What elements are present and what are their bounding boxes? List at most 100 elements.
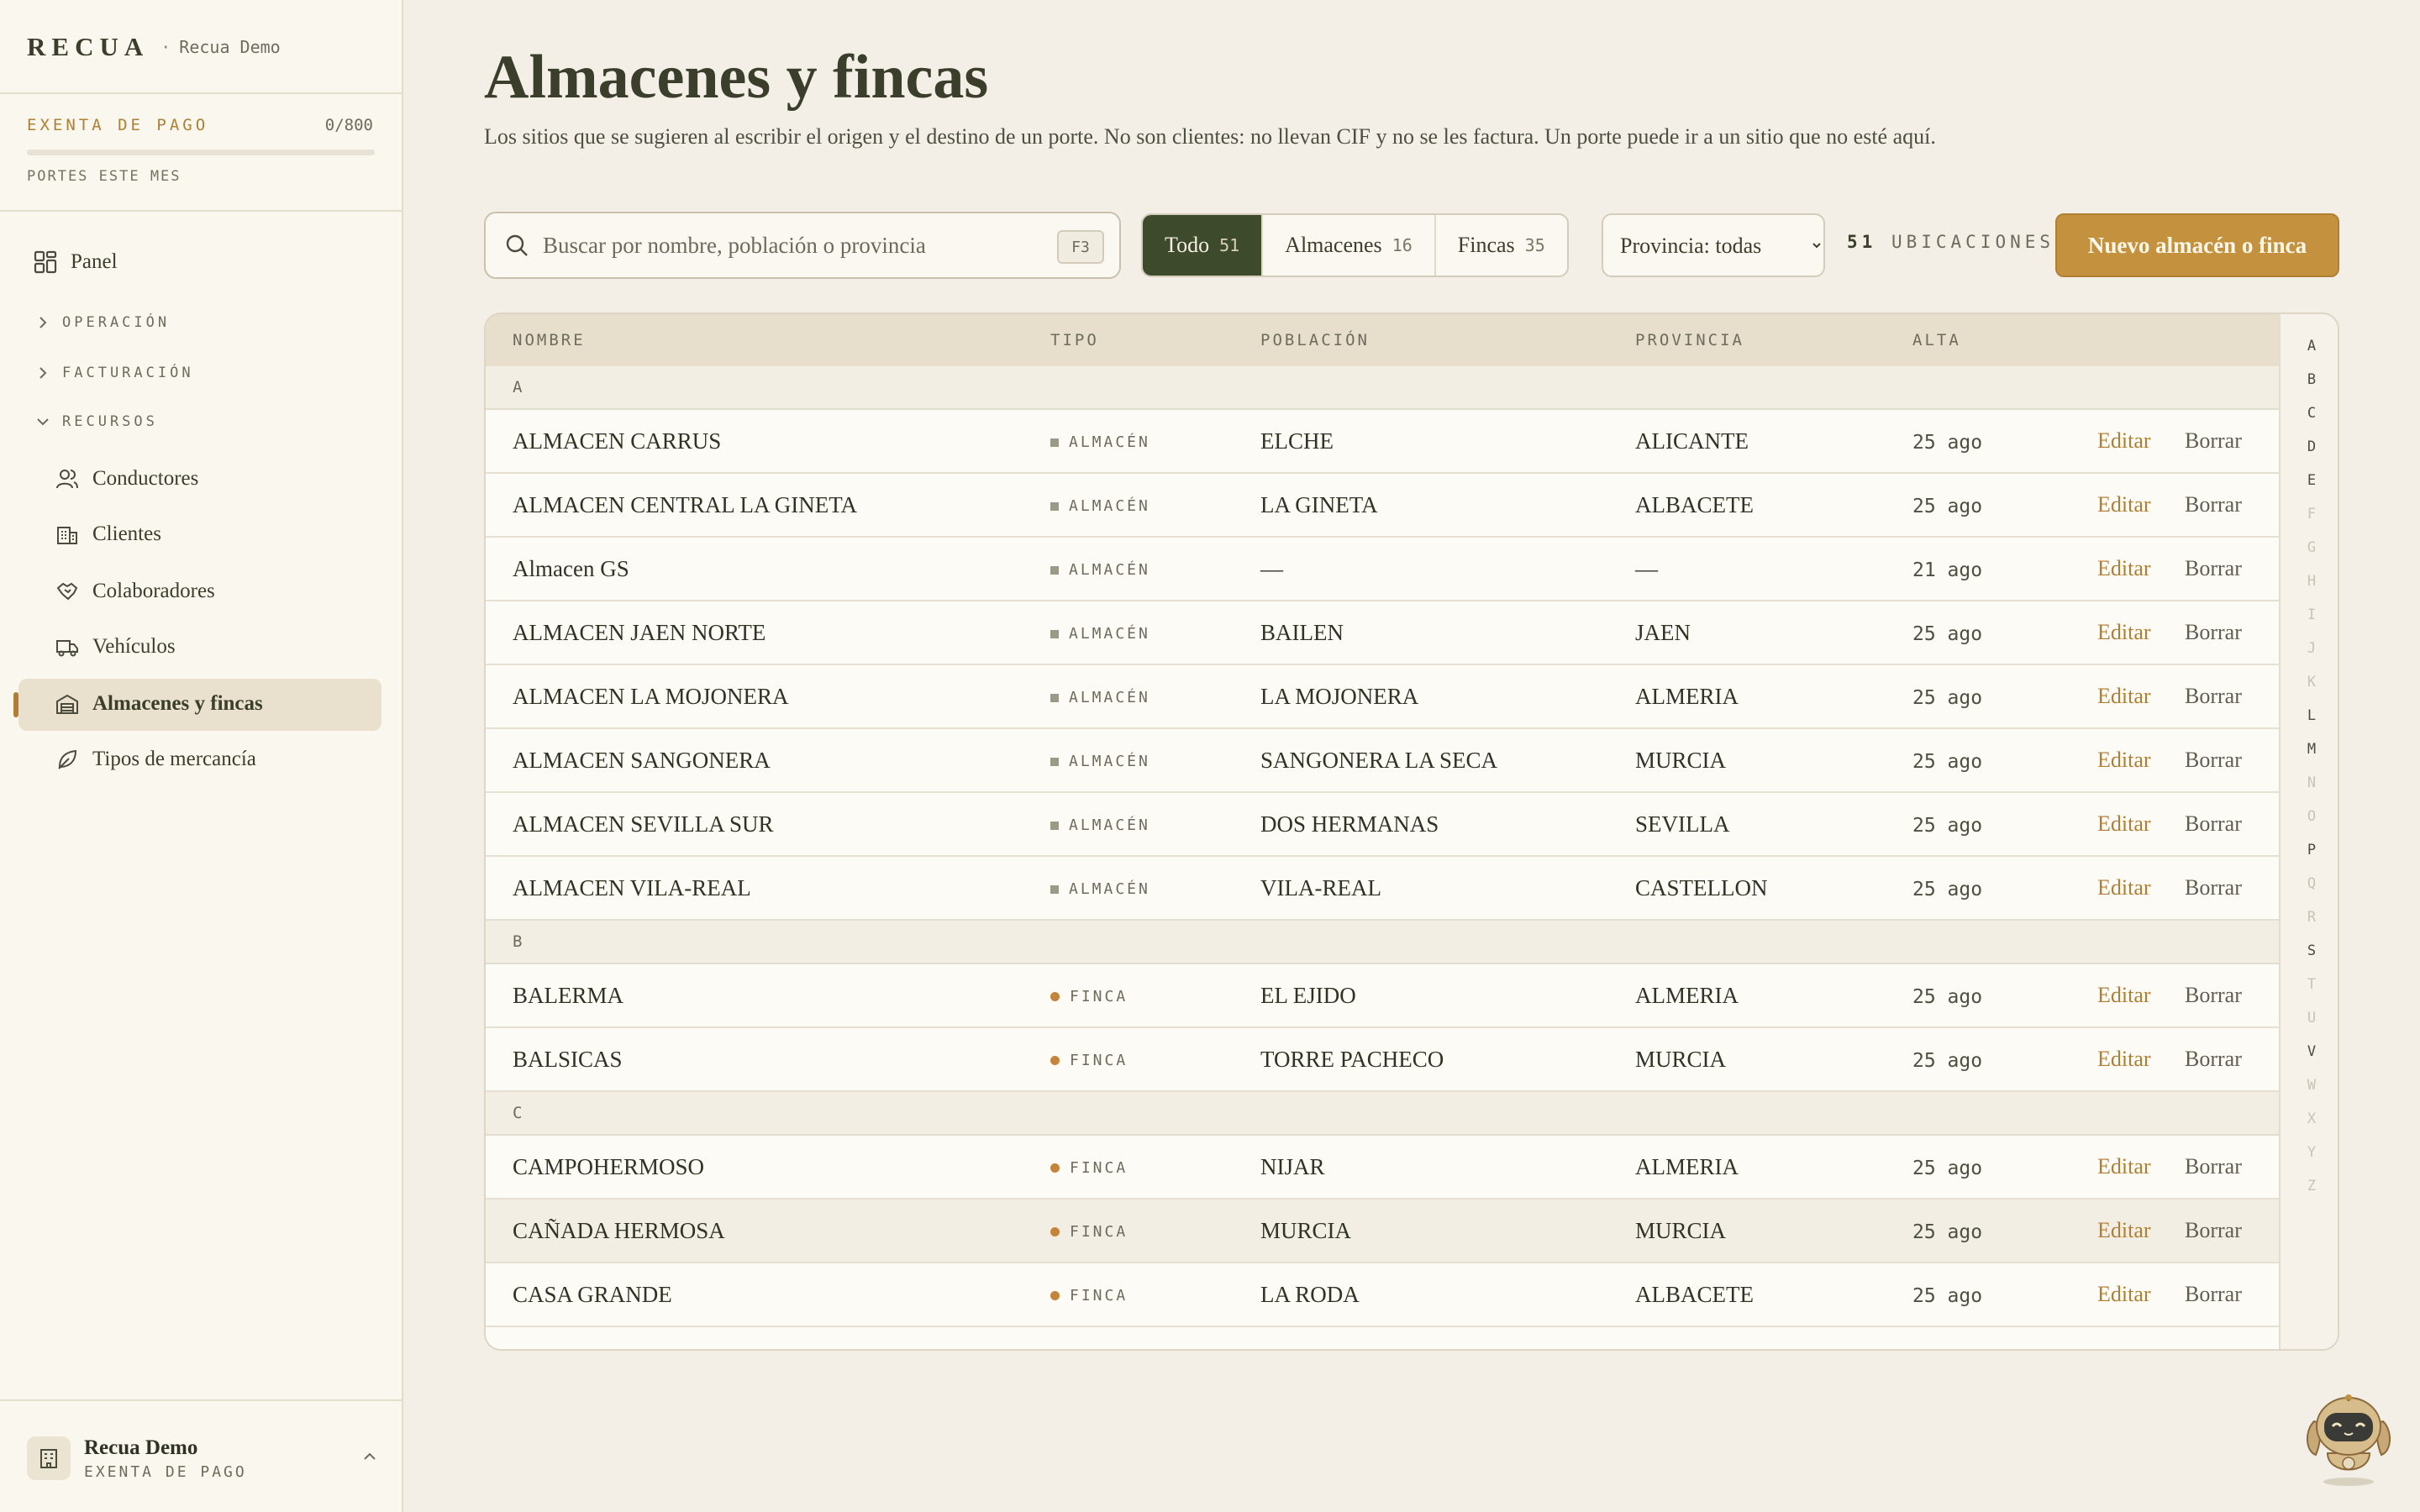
table-row[interactable]: CASA GRANDE FINCA LA RODA ALBACETE 25 ago Edi… <box>486 1263 2279 1327</box>
nav-item-almacenes[interactable]: Almacenes y fincas <box>55 692 263 716</box>
table-row[interactable]: ALMACEN VILA-REAL ALMACÉN VILA-REAL CASTELL… <box>486 857 2279 921</box>
edit-link[interactable]: Editar <box>2097 428 2151 454</box>
alphabet-letter[interactable]: X <box>2281 1110 2338 1127</box>
edit-link[interactable]: Editar <box>2097 1218 2151 1243</box>
nav-item-conductores[interactable]: Conductores <box>55 467 198 491</box>
table-row[interactable]: ALMACEN LA MOJONERA ALMACÉN LA MOJONERA ALM… <box>486 665 2279 729</box>
nav-item-panel[interactable]: Panel <box>34 250 118 274</box>
alphabet-letter[interactable]: B <box>2281 371 2338 388</box>
delete-link[interactable]: Borrar <box>2185 983 2242 1008</box>
alphabet-letter[interactable]: T <box>2281 976 2338 993</box>
table-row[interactable]: BALSICAS FINCA TORRE PACHECO MURCIA 25 ago Ed… <box>486 1028 2279 1092</box>
table-row[interactable]: ALMACEN CENTRAL LA GINETA ALMACÉN LA GINET… <box>486 474 2279 538</box>
nav-item-label: Tipos de mercancía <box>92 748 256 770</box>
cell-alta: 25 ago <box>1912 687 1983 709</box>
alphabet-letter[interactable]: K <box>2281 674 2338 690</box>
brand-logo: RECUA <box>27 32 150 61</box>
filter-todo[interactable]: Todo 51 <box>1143 215 1264 276</box>
edit-link[interactable]: Editar <box>2097 556 2151 581</box>
alphabet-letter[interactable]: S <box>2281 942 2338 959</box>
filter-almacenes[interactable]: Almacenes 16 <box>1263 215 1436 276</box>
table-row[interactable]: CAMPOHERMOSO FINCA NIJAR ALMERIA 25 ago Edita… <box>486 1136 2279 1200</box>
alphabet-letter[interactable]: E <box>2281 472 2338 489</box>
alphabet-letter[interactable]: C <box>2281 405 2338 422</box>
nav-section-facturacion[interactable]: FACTURACIÓN <box>35 365 194 381</box>
edit-link[interactable]: Editar <box>2097 684 2151 709</box>
alphabet-letter[interactable]: H <box>2281 573 2338 590</box>
table-row[interactable]: ALMACEN CARRUS ALMACÉN ELCHE ALICANTE 25 ago… <box>486 410 2279 474</box>
cell-nombre: CASA GRANDE <box>513 1282 672 1307</box>
delete-link[interactable]: Borrar <box>2185 1154 2242 1179</box>
delete-link[interactable]: Borrar <box>2185 620 2242 645</box>
delete-link[interactable]: Borrar <box>2185 492 2242 517</box>
nav-item-mercancia[interactable]: Tipos de mercancía <box>55 748 256 771</box>
edit-link[interactable]: Editar <box>2097 748 2151 773</box>
edit-link[interactable]: Editar <box>2097 1047 2151 1072</box>
table-row[interactable]: Almacen GS ALMACÉN — — 21 ago Editar Borrar <box>486 538 2279 601</box>
column-header-nombre[interactable]: NOMBRE <box>513 331 586 349</box>
table-row[interactable]: ALMACEN SEVILLA SUR ALMACÉN DOS HERMANAS SE… <box>486 793 2279 857</box>
alphabet-letter[interactable]: D <box>2281 438 2338 455</box>
alphabet-letter[interactable]: F <box>2281 506 2338 522</box>
alphabet-letter[interactable]: R <box>2281 909 2338 926</box>
cell-nombre: CAÑADA HERMOSA <box>513 1218 725 1243</box>
nav-item-label: Clientes <box>92 522 161 545</box>
filter-fincas[interactable]: Fincas 35 <box>1436 215 1567 276</box>
table-row[interactable]: ALMACEN JAEN NORTE ALMACÉN BAILEN JAEN 25 ag… <box>486 601 2279 665</box>
edit-link[interactable]: Editar <box>2097 492 2151 517</box>
column-header-alta[interactable]: ALTA <box>1912 331 1961 349</box>
alphabet-letter[interactable]: O <box>2281 808 2338 825</box>
alphabet-letter[interactable]: I <box>2281 606 2338 623</box>
table-row[interactable]: ALMACEN SANGONERA ALMACÉN SANGONERA LA SEC… <box>486 729 2279 793</box>
delete-link[interactable]: Borrar <box>2185 748 2242 773</box>
nav-item-vehiculos[interactable]: Vehículos <box>55 635 176 659</box>
cell-tipo: ALMACÉN <box>1050 497 1150 515</box>
nav-section-recursos[interactable]: RECURSOS <box>35 413 158 430</box>
edit-link[interactable]: Editar <box>2097 620 2151 645</box>
edit-link[interactable]: Editar <box>2097 875 2151 900</box>
account-switcher[interactable]: Recua Demo EXENTA DE PAGO <box>27 1431 380 1485</box>
alphabet-letter[interactable]: M <box>2281 741 2338 758</box>
delete-link[interactable]: Borrar <box>2185 875 2242 900</box>
alphabet-letter[interactable]: G <box>2281 539 2338 556</box>
alphabet-letter[interactable]: J <box>2281 640 2338 657</box>
column-header-provincia[interactable]: PROVINCIA <box>1635 331 1744 349</box>
edit-link[interactable]: Editar <box>2097 983 2151 1008</box>
cell-nombre: ALMACEN SANGONERA <box>513 748 771 773</box>
brand[interactable]: RECUA · Recua Demo <box>27 30 281 64</box>
column-header-tipo[interactable]: TIPO <box>1050 331 1099 349</box>
cell-provincia: JAEN <box>1635 620 1691 645</box>
delete-link[interactable]: Borrar <box>2185 684 2242 709</box>
alphabet-letter[interactable]: Z <box>2281 1178 2338 1194</box>
province-select[interactable]: Provincia: todas <box>1602 213 1825 277</box>
delete-link[interactable]: Borrar <box>2185 428 2242 454</box>
search-input[interactable] <box>543 232 1047 259</box>
assistant-mascot[interactable] <box>2302 1388 2395 1488</box>
nav-section-operacion[interactable]: OPERACIÓN <box>35 314 170 331</box>
search-box[interactable]: F3 <box>484 212 1121 279</box>
cell-tipo: FINCA <box>1050 1159 1128 1177</box>
delete-link[interactable]: Borrar <box>2185 1282 2242 1307</box>
alphabet-letter[interactable]: P <box>2281 842 2338 858</box>
delete-link[interactable]: Borrar <box>2185 1047 2242 1072</box>
delete-link[interactable]: Borrar <box>2185 556 2242 581</box>
alphabet-letter[interactable]: N <box>2281 774 2338 791</box>
edit-link[interactable]: Editar <box>2097 1154 2151 1179</box>
alphabet-letter[interactable]: Y <box>2281 1144 2338 1161</box>
alphabet-letter[interactable]: A <box>2281 338 2338 354</box>
edit-link[interactable]: Editar <box>2097 811 2151 837</box>
alphabet-letter[interactable]: L <box>2281 707 2338 724</box>
nav-item-clientes[interactable]: Clientes <box>55 522 161 546</box>
table-row[interactable]: CAÑADA HERMOSA FINCA MURCIA MURCIA 25 ago Edi… <box>486 1200 2279 1263</box>
column-header-poblacion[interactable]: POBLACIÓN <box>1260 331 1370 349</box>
alphabet-letter[interactable]: Q <box>2281 875 2338 892</box>
nav-item-colaboradores[interactable]: Colaboradores <box>55 580 215 603</box>
delete-link[interactable]: Borrar <box>2185 811 2242 837</box>
table-row[interactable]: BALERMA FINCA EL EJIDO ALMERIA 25 ago Editar B… <box>486 964 2279 1028</box>
new-location-button[interactable]: Nuevo almacén o finca <box>2055 213 2339 277</box>
alphabet-letter[interactable]: V <box>2281 1043 2338 1060</box>
alphabet-letter[interactable]: W <box>2281 1077 2338 1094</box>
alphabet-letter[interactable]: U <box>2281 1010 2338 1026</box>
edit-link[interactable]: Editar <box>2097 1282 2151 1307</box>
delete-link[interactable]: Borrar <box>2185 1218 2242 1243</box>
